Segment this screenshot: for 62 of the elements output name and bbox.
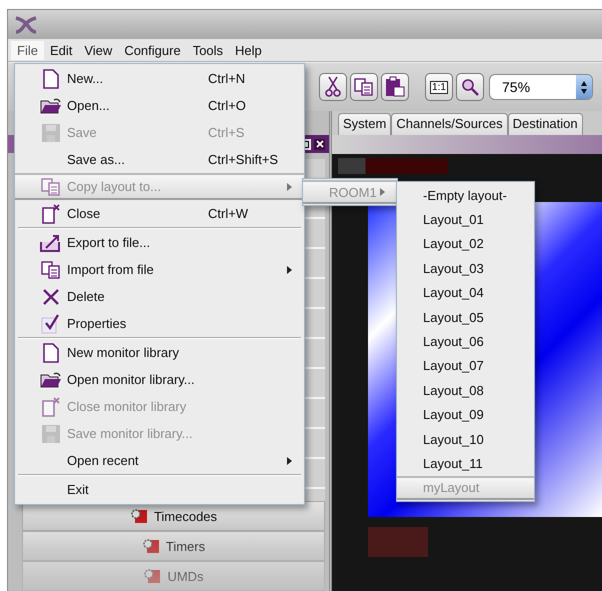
menu-item[interactable]: Layout_06 xyxy=(397,329,534,354)
tab[interactable]: Destination xyxy=(508,113,583,135)
close-icon[interactable] xyxy=(314,138,325,150)
menu-item[interactable]: Delete xyxy=(15,283,304,310)
menu-title[interactable]: View xyxy=(78,40,118,60)
menu-title[interactable]: Help xyxy=(229,40,268,60)
gear-icon xyxy=(142,538,160,554)
menu-item[interactable]: New... Ctrl+N xyxy=(15,65,304,92)
app-logo-icon xyxy=(14,16,38,34)
page-close-icon xyxy=(41,204,61,224)
scissors-icon xyxy=(325,76,341,98)
actual-size-button[interactable]: 1:1 xyxy=(425,73,453,101)
menu-item[interactable]: Layout_05 xyxy=(397,304,534,330)
sidebar-item[interactable]: Timers xyxy=(22,531,325,561)
menu-item[interactable]: Open monitor library... xyxy=(15,366,304,393)
menu-item[interactable]: Layout_07 xyxy=(397,354,534,378)
menu-title[interactable]: Edit xyxy=(44,40,78,60)
copy-icon xyxy=(354,78,374,96)
tab[interactable]: Channels/Sources xyxy=(391,113,508,135)
menu-item[interactable]: Layout_10 xyxy=(397,426,534,452)
page-close-icon xyxy=(41,396,61,416)
menu-item[interactable]: Layout_08 xyxy=(397,378,534,403)
copy-icon xyxy=(41,260,61,278)
paste-button[interactable] xyxy=(381,73,409,101)
menu-item[interactable]: Layout_09 xyxy=(397,402,534,427)
zoom-field[interactable]: 75% xyxy=(489,74,593,100)
page-icon xyxy=(42,68,60,88)
menu-item[interactable]: Close Ctrl+W xyxy=(15,200,304,227)
menu-title[interactable]: Tools xyxy=(186,40,230,60)
menu-item[interactable]: Export to file... xyxy=(15,229,304,256)
tab[interactable]: System xyxy=(338,113,392,135)
monitor-block xyxy=(368,527,428,557)
gear-icon xyxy=(143,568,162,584)
properties-icon xyxy=(41,314,61,334)
delete-icon xyxy=(42,288,60,306)
menu-item[interactable]: Exit xyxy=(15,476,304,503)
menu-item[interactable]: -Empty layout- xyxy=(397,183,534,208)
folder-icon xyxy=(40,96,62,114)
menu-item[interactable]: Layout_03 xyxy=(397,256,534,281)
menu-item[interactable]: Layout_04 xyxy=(397,280,534,305)
zoom-icon xyxy=(460,77,480,97)
menu-item[interactable]: Open... Ctrl+O xyxy=(15,92,304,119)
page-icon xyxy=(42,342,60,362)
menu-item[interactable]: Properties xyxy=(15,310,304,337)
menu-item[interactable]: Layout_02 xyxy=(397,232,534,256)
spinner-icon[interactable] xyxy=(576,75,592,99)
menu-item[interactable]: Save as... Ctrl+Shift+S xyxy=(15,146,304,173)
copy-button[interactable] xyxy=(350,73,378,101)
menu-title[interactable]: Configure xyxy=(118,40,187,60)
menu-item[interactable]: Open recent xyxy=(15,447,304,474)
cut-button[interactable] xyxy=(319,73,347,101)
export-icon xyxy=(40,234,62,252)
folder-icon xyxy=(40,370,62,388)
copy-icon xyxy=(41,178,61,196)
gear-icon xyxy=(130,508,148,524)
menu-item[interactable]: Layout_01 xyxy=(397,207,534,232)
zoom-button[interactable] xyxy=(456,73,484,101)
clipboard-icon xyxy=(385,76,405,98)
menu-title[interactable]: File xyxy=(11,40,44,60)
menu-item[interactable]: New monitor library xyxy=(15,339,304,366)
menu-item[interactable]: Layout_11 xyxy=(397,451,534,476)
menu-item[interactable]: Import from file xyxy=(15,256,304,283)
